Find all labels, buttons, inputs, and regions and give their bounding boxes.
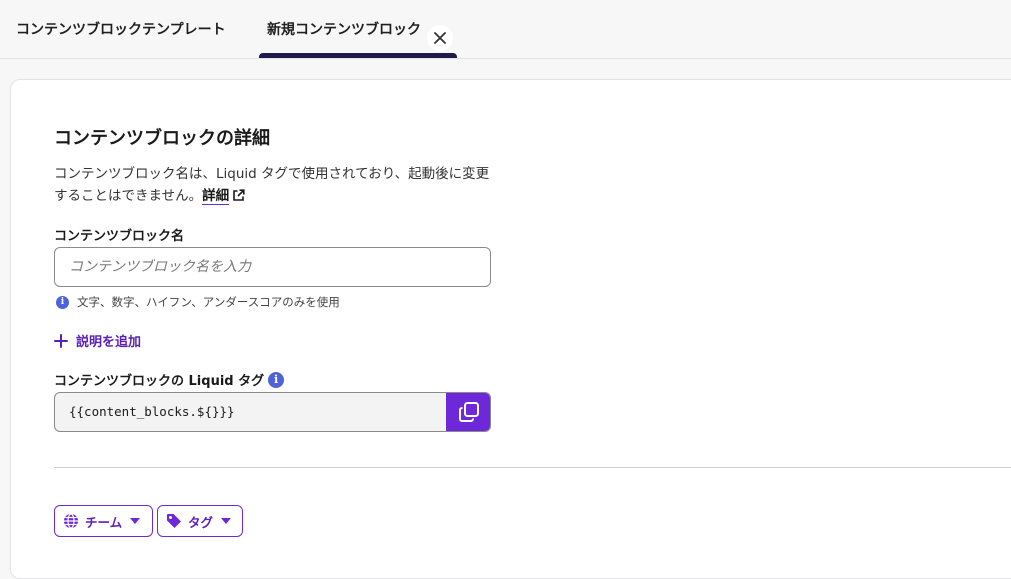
tab-content-block-templates[interactable]: コンテンツブロックテンプレート xyxy=(16,0,246,58)
copy-button[interactable] xyxy=(446,393,490,431)
add-description-button[interactable]: 説明を追加 xyxy=(54,331,141,350)
tag-dropdown-label: タグ xyxy=(188,514,214,530)
description-text: コンテンツブロック名は、Liquid タグで使用されており、起動後に変更すること… xyxy=(54,166,490,204)
name-hint: i 文字、数字、ハイフン、アンダースコアのみを使用 xyxy=(56,294,340,310)
details-description: コンテンツブロック名は、Liquid タグで使用されており、起動後に変更すること… xyxy=(54,163,494,209)
content-card xyxy=(10,79,1011,579)
caret-down-icon xyxy=(130,518,141,524)
tab-bar: コンテンツブロックテンプレート 新規コンテンツブロック xyxy=(0,0,1011,59)
liquid-tag-label: コンテンツブロックの Liquid タグ i xyxy=(54,370,285,389)
active-tab-indicator xyxy=(259,53,457,58)
tag-icon xyxy=(167,514,181,528)
team-dropdown[interactable]: チーム xyxy=(54,505,153,537)
caret-down-icon xyxy=(221,518,232,524)
info-icon: i xyxy=(56,295,69,309)
external-link-icon xyxy=(232,187,245,209)
learn-more-link[interactable]: 詳細 xyxy=(202,188,230,205)
liquid-tag-label-text: コンテンツブロックの Liquid タグ xyxy=(54,374,265,389)
team-dropdown-label: チーム xyxy=(85,514,123,530)
tab-new-content-block[interactable]: 新規コンテンツブロック xyxy=(259,0,457,58)
copy-icon xyxy=(458,402,479,422)
content-block-name-input[interactable] xyxy=(54,247,491,287)
plus-icon xyxy=(54,333,68,348)
hint-text: 文字、数字、ハイフン、アンダースコアのみを使用 xyxy=(77,295,340,309)
tag-dropdown[interactable]: タグ xyxy=(157,505,243,537)
close-icon[interactable] xyxy=(427,25,453,51)
globe-icon xyxy=(64,513,78,529)
info-icon[interactable]: i xyxy=(268,371,285,388)
liquid-tag-value: {{content_blocks.${}}} xyxy=(69,404,235,419)
tab-label: 新規コンテンツブロック xyxy=(267,22,421,38)
tab-label: コンテンツブロックテンプレート xyxy=(16,22,226,38)
section-divider xyxy=(54,467,1011,468)
liquid-tag-field: {{content_blocks.${}}} xyxy=(54,392,491,432)
section-title: コンテンツブロックの詳細 xyxy=(54,128,270,149)
add-description-label: 説明を追加 xyxy=(76,335,142,350)
content-block-name-label: コンテンツブロック名 xyxy=(54,229,185,244)
